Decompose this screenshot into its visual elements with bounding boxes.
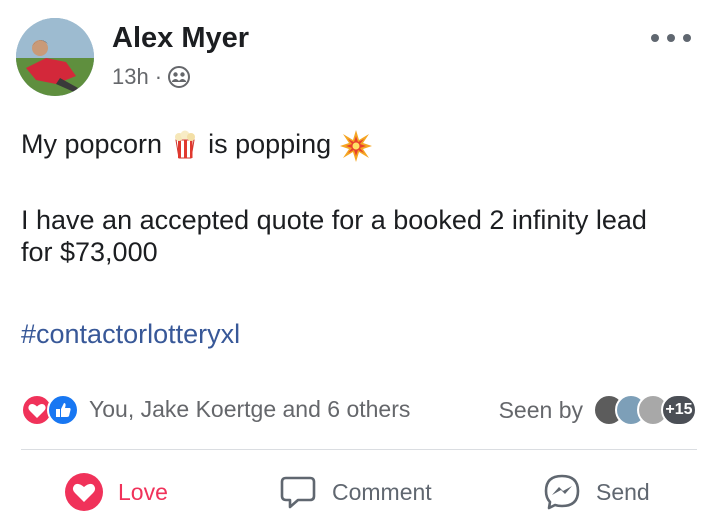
- more-icon[interactable]: [651, 28, 691, 48]
- send-button[interactable]: Send: [542, 472, 650, 512]
- post-header: Alex Myer 13h ·: [16, 18, 701, 100]
- post-body: My popcorn is popping I have an accepted…: [21, 128, 681, 350]
- friends-icon[interactable]: [168, 66, 191, 88]
- comment-label: Comment: [332, 478, 432, 505]
- post-time[interactable]: 13h: [112, 64, 149, 90]
- collision-icon: [339, 129, 373, 162]
- avatar[interactable]: [16, 18, 94, 96]
- heart-icon: [64, 472, 104, 512]
- reaction-summary[interactable]: You, Jake Koertge and 6 others: [89, 396, 410, 423]
- hashtag-link[interactable]: #contactorlotteryxl: [21, 318, 681, 350]
- post-meta: 13h ·: [112, 64, 191, 90]
- popcorn-icon: [170, 129, 200, 159]
- seen-by[interactable]: Seen by +15: [499, 392, 697, 428]
- divider: [21, 449, 697, 450]
- post-text-line1-a: My popcorn: [21, 129, 163, 159]
- reaction-icons[interactable]: [21, 394, 81, 426]
- comment-icon: [278, 472, 318, 512]
- meta-separator: ·: [154, 64, 163, 89]
- reactions-bar: You, Jake Koertge and 6 others Seen by +…: [21, 392, 697, 428]
- post-text-line1-b: is popping: [208, 129, 332, 159]
- comment-button[interactable]: Comment: [278, 472, 432, 512]
- post-line-1: My popcorn is popping: [21, 128, 681, 162]
- send-label: Send: [596, 478, 650, 505]
- love-label: Love: [118, 478, 168, 505]
- post-paragraph-2: I have an accepted quote for a booked 2 …: [21, 205, 647, 267]
- messenger-icon: [542, 472, 582, 512]
- action-bar: Love Comment Send: [0, 462, 717, 522]
- seen-by-label: Seen by: [498, 396, 583, 423]
- seen-more-count: +15: [661, 394, 697, 426]
- seen-by-avatars[interactable]: +15: [593, 394, 697, 426]
- like-reaction-icon: [47, 394, 79, 426]
- love-button[interactable]: Love: [64, 472, 168, 512]
- author-name[interactable]: Alex Myer: [112, 22, 249, 55]
